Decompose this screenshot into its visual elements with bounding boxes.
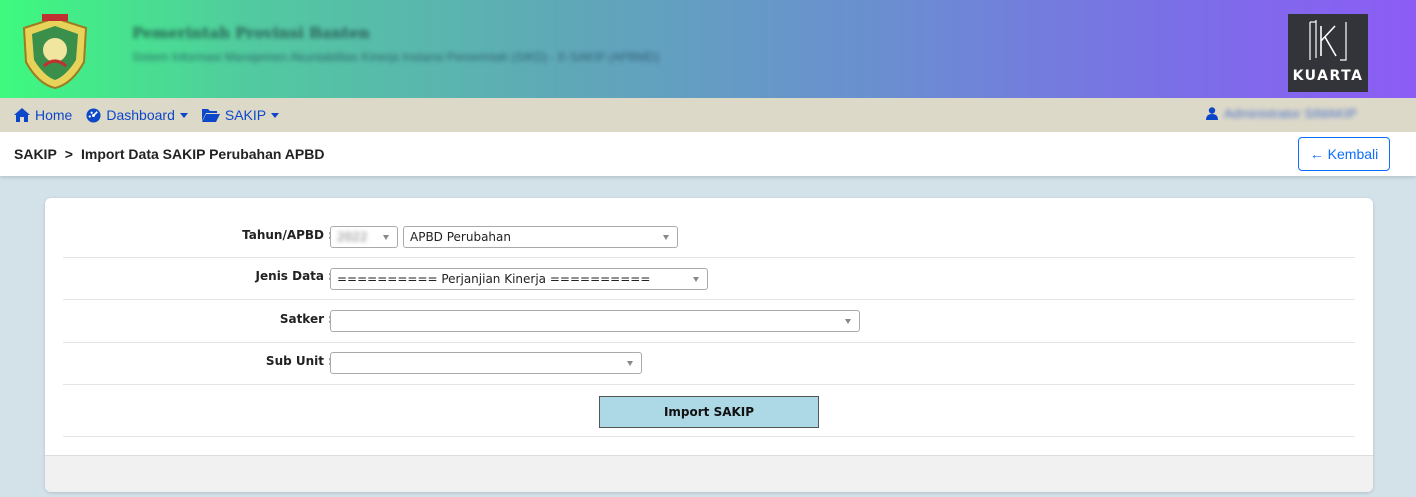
satker-label: Satker : <box>279 312 333 326</box>
header-banner: Pemerintah Provinsi Banten Sistem Inform… <box>0 0 1416 98</box>
nav-dashboard[interactable]: Dashboard <box>86 107 188 123</box>
breadcrumb-separator: > <box>64 146 73 162</box>
nav-user-menu[interactable]: Administrator SIMAKIP <box>1206 106 1357 121</box>
chevron-down-icon <box>627 361 633 366</box>
breadcrumb-bar: SAKIP > Import Data SAKIP Perubahan APBD ←… <box>0 132 1416 176</box>
kuarta-logo: KUARTA <box>1288 14 1368 92</box>
user-icon <box>1206 107 1218 120</box>
top-navbar: Home Dashboard SAKIP Administrator SIMAK… <box>0 98 1416 132</box>
subunit-select[interactable] <box>330 352 642 374</box>
apbd-value: APBD Perubahan <box>410 230 511 244</box>
tahun-label: Tahun/APBD : <box>242 228 333 242</box>
card-footer <box>45 455 1373 492</box>
form-row-jenis: Jenis Data : ========== Perjanjian Kiner… <box>63 258 1355 300</box>
jenis-data-select[interactable]: ========== Perjanjian Kinerja ========== <box>330 268 708 290</box>
chevron-down-icon <box>693 277 699 282</box>
subunit-label: Sub Unit : <box>265 354 333 368</box>
dashboard-icon <box>86 107 101 123</box>
nav-sakip-label: SAKIP <box>224 107 267 123</box>
form-row-subunit: Sub Unit : <box>63 343 1355 385</box>
chevron-down-icon <box>383 235 389 240</box>
nav-dashboard-label: Dashboard <box>106 107 175 123</box>
breadcrumb-root[interactable]: SAKIP <box>14 146 57 162</box>
import-form-card: Tahun/APBD : 2022 APBD Perubahan Jenis D… <box>45 198 1373 492</box>
nav-sakip[interactable]: SAKIP <box>201 107 280 123</box>
nav-user-name: Administrator SIMAKIP <box>1224 106 1357 121</box>
tahun-select[interactable]: 2022 <box>330 226 398 248</box>
form-row-tahun: Tahun/APBD : 2022 APBD Perubahan <box>63 216 1355 258</box>
province-emblem-icon <box>22 14 88 90</box>
import-sakip-button[interactable]: Import SAKIP <box>599 396 819 428</box>
satker-select[interactable] <box>330 310 860 332</box>
nav-home[interactable]: Home <box>14 107 72 123</box>
jenis-data-value: ========== Perjanjian Kinerja ========== <box>337 272 651 286</box>
breadcrumb-current: Import Data SAKIP Perubahan APBD <box>80 146 325 162</box>
back-button[interactable]: ← Kembali <box>1298 137 1390 171</box>
breadcrumb: SAKIP > Import Data SAKIP Perubahan APBD <box>14 146 324 162</box>
jenis-label: Jenis Data : <box>255 269 333 283</box>
chevron-down-icon <box>179 112 188 118</box>
banner-title: Pemerintah Provinsi Banten <box>132 24 370 42</box>
kuarta-logo-text: KUARTA <box>1292 68 1364 84</box>
kuarta-k-icon <box>1309 20 1347 61</box>
chevron-down-icon <box>271 112 280 118</box>
folder-open-icon <box>201 109 220 122</box>
chevron-down-icon <box>845 319 851 324</box>
banner-subtitle: Sistem Informasi Manajemen Akuntabilitas… <box>132 50 660 64</box>
tahun-value: 2022 <box>337 230 368 244</box>
home-icon <box>14 108 30 122</box>
chevron-down-icon <box>663 235 669 240</box>
form-row-satker: Satker : <box>63 300 1355 343</box>
nav-home-label: Home <box>35 107 73 123</box>
apbd-select[interactable]: APBD Perubahan <box>403 226 678 248</box>
